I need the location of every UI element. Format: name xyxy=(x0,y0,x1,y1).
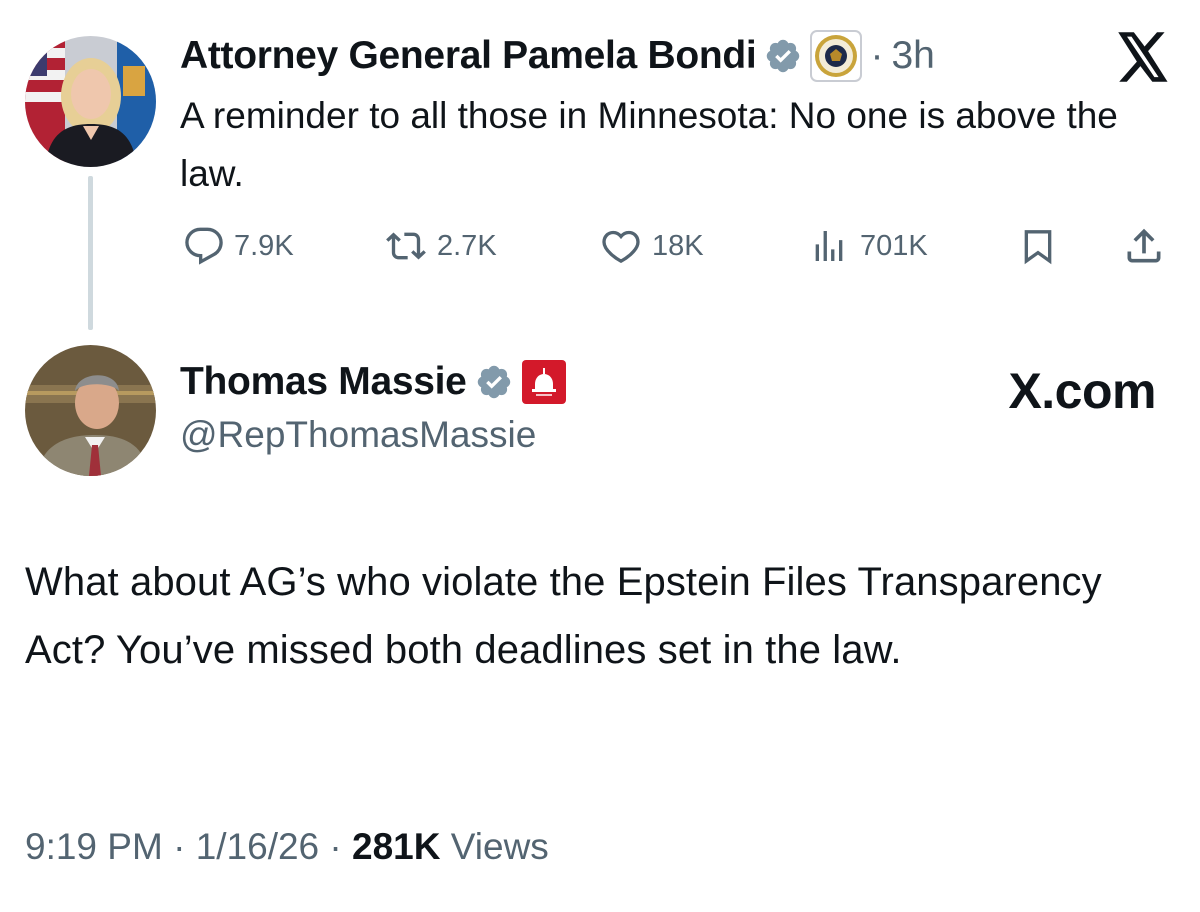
post-time[interactable]: 9:19 PM xyxy=(25,826,163,867)
bondi-header: Attorney General Pamela Bondi · 3h xyxy=(180,28,935,84)
footer-separator: · xyxy=(162,826,196,867)
like-icon xyxy=(602,230,640,264)
separator-dot: · xyxy=(870,34,884,77)
author-name[interactable]: Thomas Massie xyxy=(180,360,467,404)
massie-avatar[interactable] xyxy=(25,345,156,476)
thread-connector-line xyxy=(88,176,93,330)
doj-seal-icon xyxy=(810,30,863,82)
bondi-avatar[interactable] xyxy=(25,36,156,167)
footer-separator: · xyxy=(319,826,353,867)
share-icon[interactable] xyxy=(1122,224,1166,273)
house-gop-badge-icon xyxy=(521,359,567,405)
views-count: 701K xyxy=(860,229,928,262)
views-icon xyxy=(815,231,843,261)
repost-count: 2.7K xyxy=(437,229,497,262)
views-label: Views xyxy=(440,826,549,867)
repost-icon xyxy=(386,232,426,260)
author-name[interactable]: Attorney General Pamela Bondi xyxy=(180,34,757,78)
x-logo-icon[interactable] xyxy=(1116,32,1170,82)
original-post-text: A reminder to all those in Minnesota: No… xyxy=(180,95,1118,194)
x-com-brand: X.com xyxy=(1008,363,1156,419)
reply-button[interactable]: 7.9K xyxy=(184,226,294,266)
post-time[interactable]: 3h xyxy=(891,34,934,78)
post-date[interactable]: 1/16/26 xyxy=(196,826,319,867)
verified-badge-icon xyxy=(764,37,802,75)
quote-post-text: What about AG’s who violate the Epstein … xyxy=(25,560,1102,672)
verified-badge-icon xyxy=(475,363,513,401)
reply-icon xyxy=(185,227,223,265)
repost-button[interactable]: 2.7K xyxy=(385,226,497,266)
bookmark-icon[interactable] xyxy=(1017,226,1059,271)
author-handle[interactable]: @RepThomasMassie xyxy=(180,414,536,456)
views-count: 281K xyxy=(352,826,441,867)
reply-count: 7.9K xyxy=(234,229,294,262)
like-count: 18K xyxy=(652,229,704,262)
views-button[interactable]: 701K xyxy=(808,226,928,266)
like-button[interactable]: 18K xyxy=(600,226,704,266)
post-footer: 9:19 PM · 1/16/26 · 281K Views xyxy=(25,826,549,868)
massie-header: Thomas Massie xyxy=(180,356,567,408)
